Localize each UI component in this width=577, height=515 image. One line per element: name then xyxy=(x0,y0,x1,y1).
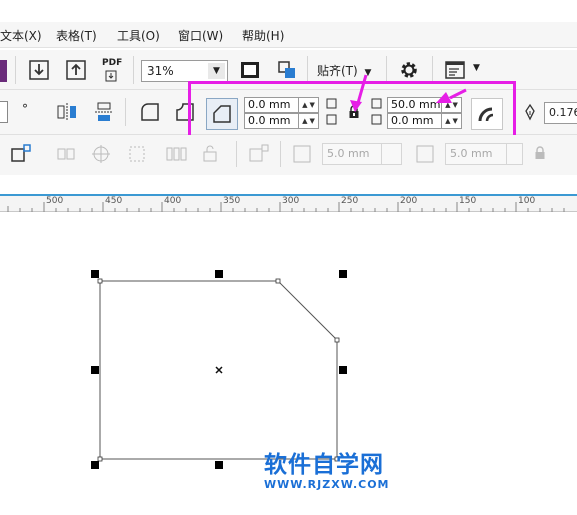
watermark: 软件自学网 WWW.RJZXW.COM xyxy=(264,452,414,492)
shape-layer xyxy=(97,278,340,462)
selection-handle-top[interactable] xyxy=(215,270,223,278)
selection-handle-right[interactable] xyxy=(339,366,347,374)
selection-handle-top-right[interactable] xyxy=(339,270,347,278)
selection-handle-bottom-left[interactable] xyxy=(91,461,99,469)
watermark-title: 软件自学网 xyxy=(264,452,384,478)
selection-handle-left[interactable] xyxy=(91,366,99,374)
watermark-url: WWW.RJZXW.COM xyxy=(264,478,390,491)
node-handle xyxy=(97,278,103,284)
node-handle xyxy=(334,337,340,343)
selection-handle-bottom[interactable] xyxy=(215,461,223,469)
selection-handle-top-left[interactable] xyxy=(91,270,99,278)
center-x-icon xyxy=(215,366,223,374)
node-handle xyxy=(275,278,281,284)
